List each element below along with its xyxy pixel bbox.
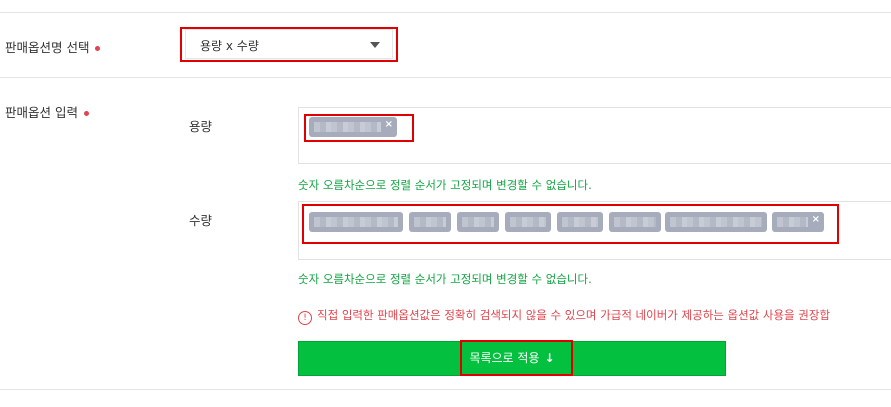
highlight-select <box>180 27 398 62</box>
highlight-capacity-tags <box>304 114 414 142</box>
highlight-apply-button <box>460 340 573 376</box>
warning-text: 직접 입력한 판매옵션값은 정확히 검색되지 않을 수 있으며 가급적 네이버가… <box>317 308 831 322</box>
quantity-field-label: 수량 <box>189 213 213 228</box>
direct-input-warning: ! 직접 입력한 판매옵션값은 정확히 검색되지 않을 수 있으며 가급적 네이버… <box>298 307 830 325</box>
option-name-label: 판매옵션명 선택 <box>5 37 101 56</box>
option-input-label: 판매옵션 입력 <box>5 102 89 121</box>
section-divider <box>0 77 891 78</box>
capacity-field-label: 용량 <box>189 119 213 134</box>
quantity-help-text: 숫자 오름차순으로 정렬 순서가 고정되며 변경할 수 없습니다. <box>298 272 592 286</box>
option-name-label-text: 판매옵션명 선택 <box>5 40 90 55</box>
highlight-quantity-tags <box>302 204 839 244</box>
capacity-help-text: 숫자 오름차순으로 정렬 순서가 고정되며 변경할 수 없습니다. <box>298 178 592 192</box>
warning-icon: ! <box>298 311 312 325</box>
option-input-label-text: 판매옵션 입력 <box>5 105 78 120</box>
required-dot-icon <box>83 111 89 116</box>
bottom-divider <box>0 389 891 390</box>
top-divider <box>0 12 891 13</box>
required-dot-icon <box>95 46 101 51</box>
